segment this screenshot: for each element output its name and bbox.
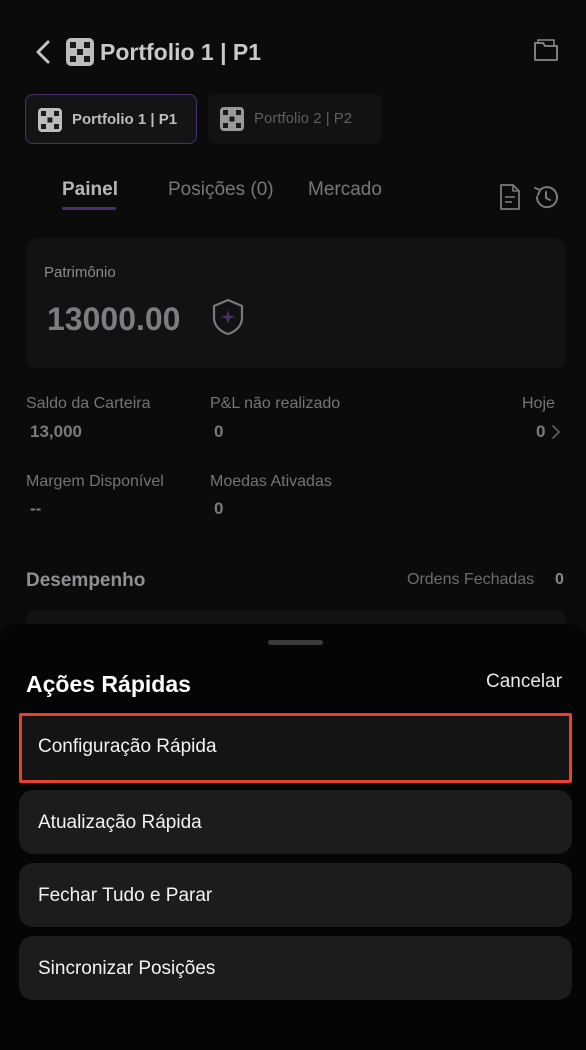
performance-title: Desempenho (26, 570, 146, 591)
active-coins-label: Moedas Ativadas (210, 473, 332, 490)
available-margin-value: -- (30, 499, 42, 518)
available-margin-label: Margem Disponível (26, 473, 164, 490)
action-label: Fechar Tudo e Parar (38, 885, 213, 906)
quick-actions-sheet: Ações Rápidas Cancelar Configuração Rápi… (0, 624, 586, 1050)
closed-orders-count: 0 (555, 571, 564, 588)
equity-label: Patrimônio (44, 264, 116, 281)
portfolio-logo-icon (66, 38, 94, 66)
portfolio-logo-icon (38, 108, 62, 132)
unrealized-pnl-label: P&L não realizado (210, 395, 341, 412)
chevron-right-icon[interactable] (550, 424, 562, 440)
portfolio-chip-label: Portfolio 1 | P1 (72, 111, 178, 128)
equity-card: Patrimônio 13000.00 (26, 238, 566, 368)
action-quick-update[interactable]: Atualização Rápida (19, 790, 572, 854)
today-value[interactable]: 0 (536, 422, 545, 442)
shield-icon[interactable] (211, 298, 245, 336)
history-icon[interactable] (532, 183, 560, 211)
sheet-title: Ações Rápidas (26, 671, 191, 697)
portfolio-chip-1[interactable]: Portfolio 1 | P1 (25, 94, 197, 144)
action-sync-positions[interactable]: Sincronizar Posições (19, 936, 572, 1000)
action-label: Atualização Rápida (38, 812, 202, 833)
action-close-all-stop[interactable]: Fechar Tudo e Parar (19, 863, 572, 927)
portfolio-logo-icon (220, 107, 244, 131)
portfolio-chip-2[interactable]: Portfolio 2 | P2 (208, 94, 382, 144)
sheet-drag-handle[interactable] (268, 640, 323, 645)
action-quick-setup[interactable]: Configuração Rápida (19, 713, 572, 783)
unrealized-pnl-value: 0 (214, 422, 224, 441)
wallet-balance-label: Saldo da Carteira (26, 395, 151, 412)
cancel-button[interactable]: Cancelar (486, 670, 562, 694)
tab-mercado[interactable]: Mercado (308, 178, 382, 202)
tab-posicoes[interactable]: Posições (0) (168, 178, 274, 202)
closed-orders-label[interactable]: Ordens Fechadas (407, 571, 534, 589)
tab-painel[interactable]: Painel (62, 178, 118, 202)
back-arrow-icon[interactable] (30, 38, 58, 66)
action-label: Sincronizar Posições (38, 958, 216, 979)
active-tab-indicator (62, 207, 116, 210)
today-label: Hoje (522, 395, 555, 412)
action-label: Configuração Rápida (38, 736, 217, 757)
portfolio-chip-label: Portfolio 2 | P2 (254, 110, 353, 127)
equity-value: 13000.00 (47, 301, 181, 337)
active-coins-value: 0 (214, 499, 224, 518)
page-title: Portfolio 1 | P1 (100, 39, 262, 65)
document-icon[interactable] (498, 183, 522, 211)
folder-icon[interactable] (532, 36, 560, 64)
wallet-balance-value: 13,000 (30, 422, 82, 441)
app-header: Portfolio 1 | P1 (0, 30, 586, 74)
